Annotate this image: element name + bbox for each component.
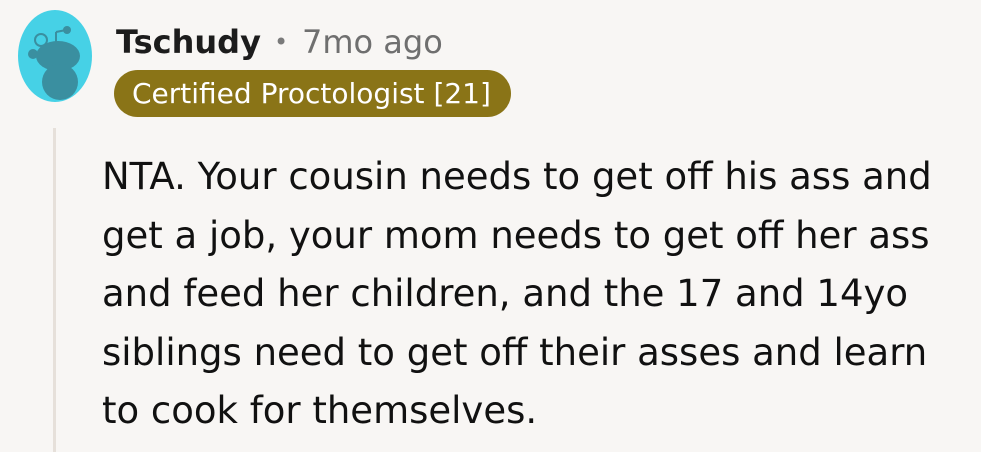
- meta-separator: •: [274, 28, 289, 56]
- comment-body: NTA. Your cousin needs to get off his as…: [102, 155, 932, 432]
- comment: Tschudy • 7mo ago Certified Proctologist…: [0, 0, 981, 452]
- user-avatar-icon[interactable]: [18, 10, 92, 102]
- thread-line[interactable]: [53, 128, 56, 452]
- snoo-icon: [28, 26, 80, 100]
- user-flair-badge: Certified Proctologist [21]: [114, 70, 511, 117]
- comment-author[interactable]: Tschudy: [116, 22, 261, 62]
- comment-timestamp[interactable]: 7mo ago: [302, 22, 443, 62]
